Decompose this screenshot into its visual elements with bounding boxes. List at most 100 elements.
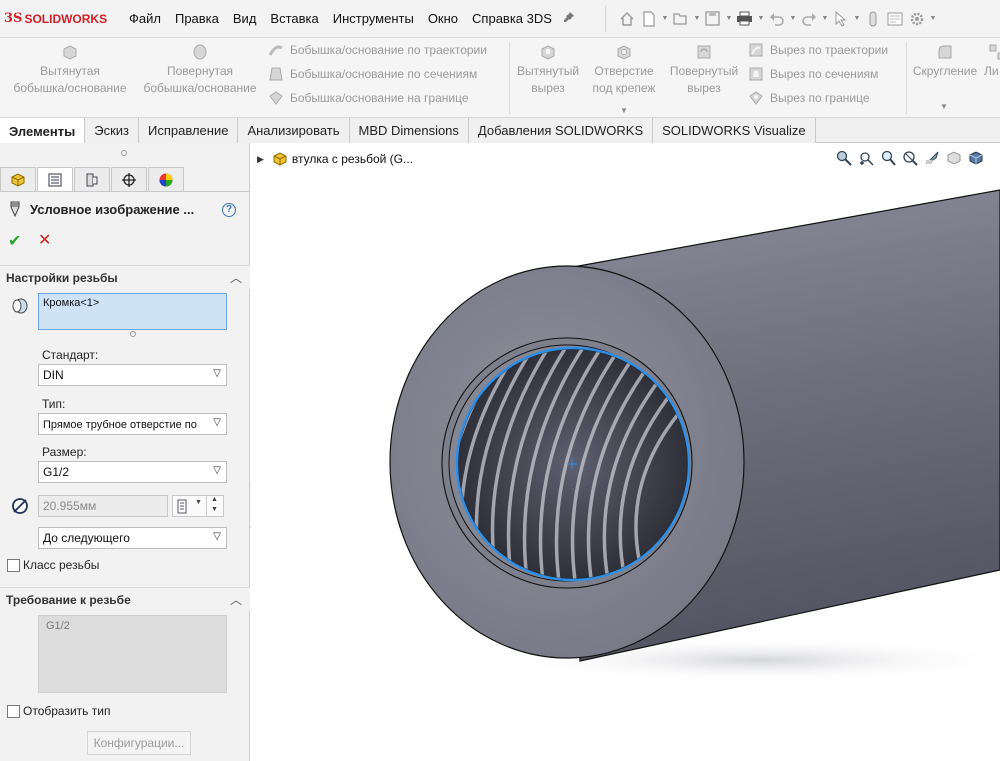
chevron-down-icon[interactable]: ▼: [788, 15, 798, 22]
chevron-down-icon[interactable]: ▼: [928, 15, 938, 22]
chevron-down-icon[interactable]: ▼: [724, 15, 734, 22]
revolve-boss-button[interactable]: Повернутая бобышка/основание: [138, 43, 262, 97]
select-cursor-icon[interactable]: [830, 9, 852, 29]
standard-label: Стандарт:: [42, 348, 99, 362]
cancel-button[interactable]: ✕: [38, 230, 51, 250]
diameter-spinner[interactable]: ▼ ▲ ▼: [172, 495, 224, 517]
chevron-down-icon[interactable]: ▼: [852, 15, 862, 22]
appearance-icon: [159, 173, 173, 186]
save-icon[interactable]: [702, 9, 724, 29]
list-resize-grip[interactable]: [130, 331, 136, 337]
boundary-boss-button[interactable]: Бобышка/основание на границе: [268, 88, 469, 108]
thread-class-checkbox[interactable]: Класс резьбы: [7, 558, 99, 572]
print-icon[interactable]: [734, 9, 756, 29]
configuration-manager-tab[interactable]: [74, 167, 110, 191]
boundary-cut-icon: [749, 91, 763, 105]
stepper-up-icon[interactable]: ▲: [211, 496, 218, 503]
boundary-cut-button[interactable]: Вырез по границе: [748, 88, 870, 108]
chevron-down-icon[interactable]: ▼: [195, 499, 202, 506]
rebuild-icon[interactable]: [862, 9, 884, 29]
property-list-icon: [48, 173, 62, 186]
stepper-arrows[interactable]: ▲ ▼: [206, 496, 223, 516]
chevron-down-icon[interactable]: ▼: [940, 102, 948, 111]
chevron-down-icon[interactable]: ▼: [756, 15, 766, 22]
page-title: Условное изображение ...: [30, 201, 195, 217]
configurations-button[interactable]: Конфигурации...: [87, 731, 191, 755]
thread-settings-header[interactable]: Настройки резьбы ︿: [0, 265, 250, 289]
lofted-cut-button[interactable]: Вырез по сечениям: [748, 64, 878, 84]
options-gear-icon[interactable]: [906, 9, 928, 29]
solidworks-logo[interactable]: 3S SOLIDWORKS: [4, 11, 122, 26]
menu-edit[interactable]: Правка: [168, 11, 226, 26]
chevron-down-icon[interactable]: ▼: [620, 106, 628, 115]
new-file-icon[interactable]: [638, 9, 660, 29]
pin-icon[interactable]: [563, 11, 575, 26]
revolved-cut-label: Повернутый вырез: [669, 64, 739, 95]
extruded-cut-button[interactable]: Вытянутый вырез: [512, 43, 584, 97]
edge-selection-box[interactable]: Кромка<1>: [38, 293, 227, 330]
tab-sketch[interactable]: Эскиз: [85, 118, 140, 143]
checkbox[interactable]: [7, 704, 20, 718]
swept-cut-button[interactable]: Вырез по траектории: [748, 40, 888, 60]
tab-features[interactable]: Элементы: [0, 118, 86, 144]
section-title: Настройки резьбы: [6, 270, 118, 285]
logo-text: SOLIDWORKS: [24, 11, 108, 26]
tab-solidworks-visualize[interactable]: SOLIDWORKS Visualize: [653, 118, 816, 143]
thread-callout-header[interactable]: Требование к резьбе ︿: [0, 587, 250, 611]
type-select[interactable]: Прямое трубное отверстие по ▽: [38, 413, 227, 435]
tab-repair[interactable]: Исправление: [139, 118, 239, 143]
hole-wizard-button[interactable]: Отверстие под крепеж: [586, 43, 662, 97]
ok-button[interactable]: ✔: [8, 231, 21, 251]
pipe-model[interactable]: [251, 143, 1000, 761]
diameter-field[interactable]: 20.955мм: [38, 495, 168, 517]
command-tabs: Элементы Эскиз Исправление Анализировать…: [0, 118, 1000, 144]
show-type-checkbox[interactable]: Отобразить тип: [7, 704, 110, 718]
standard-select[interactable]: DIN ▽: [38, 364, 227, 386]
graphics-area[interactable]: ▶ втулка с резьбой (G...: [251, 143, 1000, 761]
lofted-boss-button[interactable]: Бобышка/основание по сечениям: [268, 64, 477, 84]
tab-solidworks-addins[interactable]: Добавления SOLIDWORKS: [468, 118, 654, 143]
tab-evaluate[interactable]: Анализировать: [238, 118, 350, 143]
thread-class-label: Класс резьбы: [23, 558, 100, 572]
menu-window[interactable]: Окно: [421, 11, 465, 26]
open-icon[interactable]: [670, 9, 692, 29]
help-icon[interactable]: ?: [222, 203, 236, 217]
chevron-down-icon[interactable]: ▼: [660, 15, 670, 22]
tab-mbd-dimensions[interactable]: MBD Dimensions: [349, 118, 469, 143]
menu-view[interactable]: Вид: [226, 11, 264, 26]
fillet-icon: [938, 45, 952, 59]
linear-pattern-button[interactable]: Ли: [984, 43, 1000, 80]
display-manager-tab[interactable]: [148, 167, 184, 191]
swept-boss-label: Бобышка/основание по траектории: [290, 43, 487, 57]
fillet-button[interactable]: Скругление: [909, 43, 981, 80]
size-select[interactable]: G1/2 ▽: [38, 461, 227, 483]
dimension-icon: [177, 499, 187, 514]
menu-file[interactable]: Файл: [122, 11, 168, 26]
property-manager-tab[interactable]: [37, 167, 73, 191]
end-condition-select[interactable]: До следующего ▽: [38, 527, 227, 549]
stepper-down-icon[interactable]: ▼: [211, 506, 218, 513]
type-label: Тип:: [42, 397, 66, 411]
revolved-cut-button[interactable]: Повернутый вырез: [664, 43, 744, 97]
lofted-cut-label: Вырез по сечениям: [770, 67, 879, 81]
thread-callout-text[interactable]: G1/2: [38, 615, 227, 693]
extrude-boss-button[interactable]: Вытянутая бобышка/основание: [8, 43, 132, 97]
feature-manager-tab[interactable]: [0, 167, 36, 191]
chevron-down-icon[interactable]: ▼: [820, 15, 830, 22]
menu-insert[interactable]: Вставка: [263, 11, 325, 26]
swept-boss-button[interactable]: Бобышка/основание по траектории: [268, 40, 487, 60]
panel-resize-grip[interactable]: [121, 150, 127, 156]
home-icon[interactable]: [616, 9, 638, 29]
chevron-up-icon[interactable]: ︿: [230, 269, 242, 286]
undo-icon[interactable]: [766, 9, 788, 29]
hole-wizard-icon: [617, 45, 631, 60]
menu-help[interactable]: Справка 3DS: [465, 11, 559, 26]
dimxpert-tab[interactable]: [111, 167, 147, 191]
chevron-down-icon[interactable]: ▼: [692, 15, 702, 22]
linear-pattern-label: Ли: [984, 64, 999, 78]
redo-icon[interactable]: [798, 9, 820, 29]
chevron-up-icon[interactable]: ︿: [230, 591, 242, 608]
file-properties-icon[interactable]: [884, 9, 906, 29]
menu-tools[interactable]: Инструменты: [326, 11, 421, 26]
checkbox[interactable]: [7, 558, 20, 572]
